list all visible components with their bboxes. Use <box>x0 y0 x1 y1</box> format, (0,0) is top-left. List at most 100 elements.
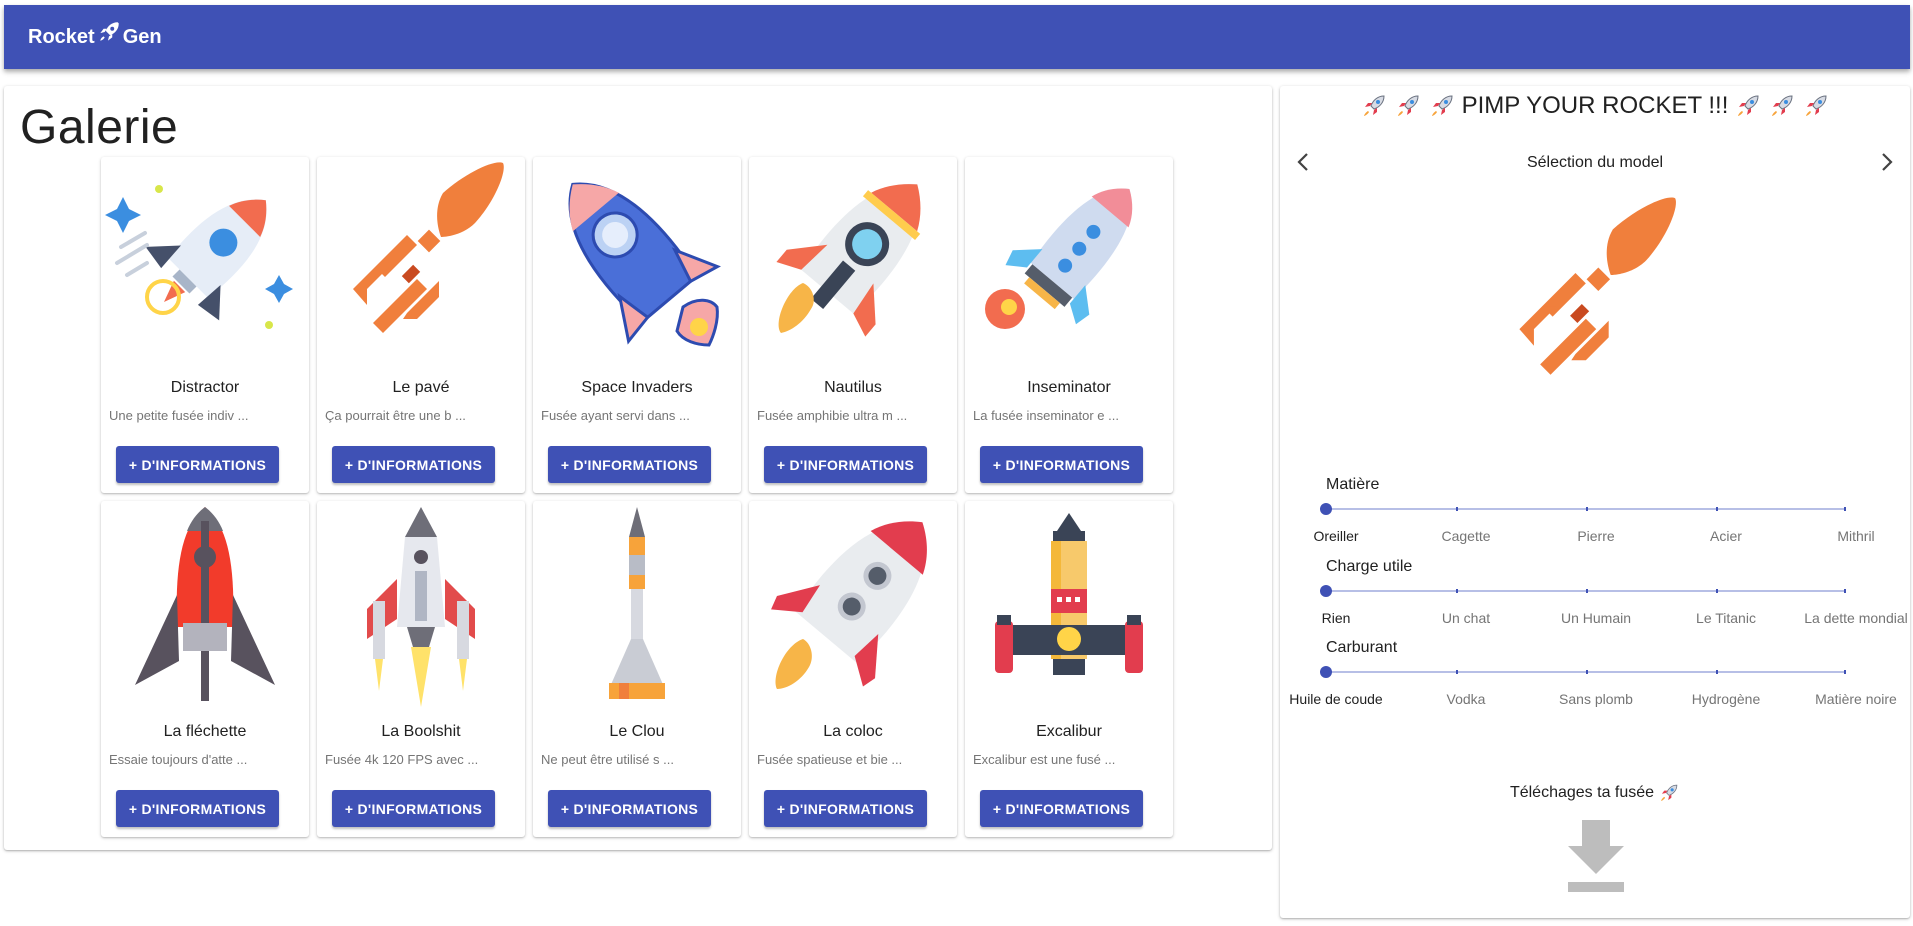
slider-thumb[interactable] <box>1320 503 1332 515</box>
slider-tick <box>1844 670 1846 674</box>
card-description: Excalibur est une fusé ... <box>973 752 1116 767</box>
flechette-rocket-icon <box>135 507 275 701</box>
more-info-button[interactable]: + D'INFORMATIONS <box>116 446 279 483</box>
customizer-title: PIMP YOUR ROCKET !!! <box>1280 92 1910 120</box>
card-media[interactable] <box>317 501 525 709</box>
clou-rocket-icon <box>609 507 665 699</box>
pave-rocket-icon <box>353 162 504 333</box>
download-label-text: Téléchages ta fusée <box>1509 784 1655 801</box>
slider-thumb[interactable] <box>1320 585 1332 597</box>
download-icon[interactable] <box>1560 816 1632 896</box>
card-title: La coloc <box>823 723 883 740</box>
rocket-card[interactable]: Space Invaders Fusée ayant servi dans ..… <box>533 157 741 493</box>
card-media[interactable] <box>533 501 741 709</box>
slider-mark[interactable]: Rien <box>1271 610 1401 626</box>
card-title: Nautilus <box>824 379 882 396</box>
slider-mark[interactable]: Pierre <box>1531 528 1661 544</box>
slider-mark[interactable]: Mithril <box>1791 528 1913 544</box>
excalibur-rocket-icon <box>995 513 1143 675</box>
slider-mark[interactable]: Hydrogène <box>1661 691 1791 707</box>
customizer-title-text: PIMP YOUR ROCKET !!! <box>1461 92 1729 119</box>
rocket-card[interactable]: Nautilus Fusée amphibie ultra m ... + D'… <box>749 157 957 493</box>
rocket-card[interactable]: Le pavé Ça pourrait être une b ... + D'I… <box>317 157 525 493</box>
card-media[interactable] <box>965 501 1173 709</box>
card-media[interactable] <box>749 501 957 709</box>
rocket-card[interactable]: Distractor Une petite fusée indiv ... + … <box>101 157 309 493</box>
slider-label-carburant: Carburant <box>1326 639 1398 656</box>
rocket-card[interactable]: La coloc Fusée spatieuse et bie ... + D'… <box>749 501 957 837</box>
gallery-panel: Galerie Distractor Une petite fusée indi… <box>4 86 1272 850</box>
slider-marks-matiere: Oreiller Cagette Pierre Acier Mithril <box>1280 528 1910 548</box>
brand-text-rocket: Rocket <box>28 25 95 48</box>
card-title: La Boolshit <box>381 723 461 740</box>
rocket-card[interactable]: Le Clou Ne peut être utilisé s ... + D'I… <box>533 501 741 837</box>
brand-logo[interactable]: Rocket Gen <box>28 22 162 49</box>
rocket-logo-icon <box>100 22 119 41</box>
card-media[interactable] <box>101 157 309 365</box>
slider-marks-carburant: Huile de coude Vodka Sans plomb Hydrogèn… <box>1280 691 1910 711</box>
card-description: Ne peut être utilisé s ... <box>541 752 674 767</box>
more-info-button[interactable]: + D'INFORMATIONS <box>764 790 927 827</box>
slider-tick <box>1456 589 1458 593</box>
customizer-panel: PIMP YOUR ROCKET !!! Sélection du model <box>1280 86 1910 918</box>
more-info-button[interactable]: + D'INFORMATIONS <box>980 790 1143 827</box>
rocket-card[interactable]: La Boolshit Fusée 4k 120 FPS avec ... + … <box>317 501 525 837</box>
card-media[interactable] <box>965 157 1173 365</box>
slider-mark[interactable]: Huile de coude <box>1271 691 1401 707</box>
slider-carburant[interactable] <box>1320 666 1846 678</box>
more-info-button[interactable]: + D'INFORMATIONS <box>548 790 711 827</box>
more-info-button[interactable]: + D'INFORMATIONS <box>332 446 495 483</box>
slider-tick <box>1716 507 1718 511</box>
slider-charge-utile[interactable] <box>1320 585 1846 597</box>
card-description: Fusée ayant servi dans ... <box>541 408 690 423</box>
card-media[interactable] <box>749 157 957 365</box>
slider-marks-charge-utile: Rien Un chat Un Humain Le Titanic La det… <box>1280 610 1910 630</box>
space-invaders-rocket-icon <box>568 182 721 347</box>
card-media[interactable] <box>533 157 741 365</box>
slider-mark[interactable]: La dette mondial <box>1791 610 1913 626</box>
more-info-button[interactable]: + D'INFORMATIONS <box>116 790 279 827</box>
slider-tick <box>1586 670 1588 674</box>
download-label: Téléchages ta fusée <box>1280 782 1910 804</box>
card-description: La fusée inseminator e ... <box>973 408 1119 423</box>
slider-mark[interactable]: Vodka <box>1401 691 1531 707</box>
slider-mark[interactable]: Oreiller <box>1271 528 1401 544</box>
slider-tick <box>1716 589 1718 593</box>
card-title: Space Invaders <box>581 379 693 396</box>
more-info-button[interactable]: + D'INFORMATIONS <box>980 446 1143 483</box>
slider-mark[interactable]: Un chat <box>1401 610 1531 626</box>
app-bar: Rocket Gen <box>4 5 1910 69</box>
more-info-button[interactable]: + D'INFORMATIONS <box>764 446 927 483</box>
card-media[interactable] <box>317 157 525 365</box>
slider-mark[interactable]: Cagette <box>1401 528 1531 544</box>
slider-matiere[interactable] <box>1320 503 1846 515</box>
rocket-card[interactable]: La fléchette Essaie toujours d'atte ... … <box>101 501 309 837</box>
rocket-grid: Distractor Une petite fusée indiv ... + … <box>101 157 1173 837</box>
rocket-emoji-icon <box>1738 95 1759 116</box>
card-media[interactable] <box>101 501 309 709</box>
more-info-button[interactable]: + D'INFORMATIONS <box>548 446 711 483</box>
card-description: Une petite fusée indiv ... <box>109 408 249 423</box>
boolshit-rocket-icon <box>367 507 475 707</box>
slider-mark[interactable]: Matière noire <box>1791 691 1913 707</box>
more-info-button[interactable]: + D'INFORMATIONS <box>332 790 495 827</box>
chevron-right-icon[interactable] <box>1874 150 1898 174</box>
nautilus-rocket-icon <box>776 183 921 337</box>
slider-tick <box>1456 670 1458 674</box>
rocket-card[interactable]: Excalibur Excalibur est une fusé ... + D… <box>965 501 1173 837</box>
rocket-card[interactable]: Inseminator La fusée inseminator e ... +… <box>965 157 1173 493</box>
slider-tick <box>1844 507 1846 511</box>
rocket-emoji-icon <box>1772 95 1793 116</box>
slider-thumb[interactable] <box>1320 666 1332 678</box>
card-description: Ça pourrait être une b ... <box>325 408 466 423</box>
card-description: Fusée spatieuse et bie ... <box>757 752 903 767</box>
slider-mark[interactable]: Un Humain <box>1531 610 1661 626</box>
slider-mark[interactable]: Le Titanic <box>1661 610 1791 626</box>
slider-tick <box>1586 589 1588 593</box>
slider-mark[interactable]: Sans plomb <box>1531 691 1661 707</box>
card-title: La fléchette <box>163 723 247 740</box>
card-description: Fusée 4k 120 FPS avec ... <box>325 752 479 767</box>
distractor-rocket-icon <box>105 185 293 329</box>
slider-mark[interactable]: Acier <box>1661 528 1791 544</box>
rocket-emoji-icon <box>1806 95 1827 116</box>
